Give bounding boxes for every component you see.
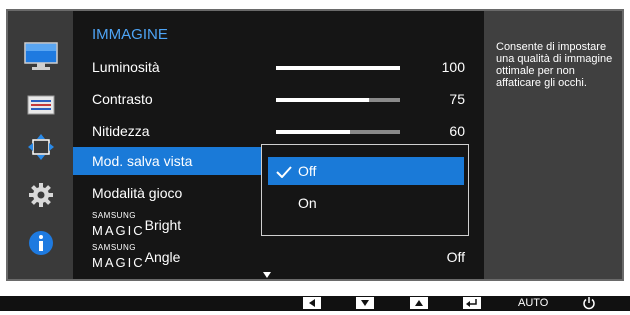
magic-angle-value: Off bbox=[446, 249, 465, 265]
contrast-row[interactable]: Contrasto 75 bbox=[73, 85, 484, 113]
power-icon[interactable] bbox=[582, 296, 596, 315]
bright-text: Bright bbox=[144, 217, 182, 233]
brightness-label: Luminosità bbox=[92, 59, 160, 75]
option-off-label: Off bbox=[298, 163, 317, 179]
enter-button[interactable] bbox=[463, 297, 481, 309]
auto-button[interactable]: AUTO bbox=[518, 297, 548, 309]
samsung-text: SAMSUNG bbox=[92, 211, 136, 220]
gear-icon[interactable] bbox=[18, 179, 64, 211]
position-arrows-icon[interactable] bbox=[18, 131, 64, 163]
checkmark-icon bbox=[276, 165, 292, 183]
magic-angle-label: SAMSUNG MAGIC Angle bbox=[92, 243, 181, 270]
sharpness-label: Nitidezza bbox=[92, 123, 150, 139]
scroll-down-icon[interactable] bbox=[263, 265, 271, 283]
up-arrow-icon bbox=[415, 300, 423, 306]
brightness-row[interactable]: Luminosità 100 bbox=[73, 53, 484, 81]
option-on[interactable]: On bbox=[268, 189, 464, 217]
settings-panel: IMMAGINE Luminosità 100 Contrasto 75 Nit… bbox=[73, 11, 484, 279]
contrast-label: Contrasto bbox=[92, 91, 153, 107]
down-button[interactable] bbox=[356, 297, 374, 309]
sharpness-row[interactable]: Nitidezza 60 bbox=[73, 117, 484, 145]
eye-saver-dropdown: Off On bbox=[261, 144, 469, 236]
magic-text: MAGIC bbox=[92, 223, 145, 238]
contrast-value: 75 bbox=[449, 91, 465, 107]
samsung-text: SAMSUNG bbox=[92, 243, 136, 252]
sharpness-slider[interactable] bbox=[276, 130, 400, 134]
button-guide-bar: AUTO bbox=[0, 296, 630, 311]
sharpness-value: 60 bbox=[449, 123, 465, 139]
magic-angle-row[interactable]: SAMSUNG MAGIC Angle Off bbox=[73, 243, 484, 271]
magic-bright-label: SAMSUNG MAGIC Bright bbox=[92, 211, 182, 238]
enter-icon bbox=[466, 298, 477, 307]
brightness-slider[interactable] bbox=[276, 66, 400, 70]
info-icon[interactable] bbox=[18, 227, 64, 259]
monitor-icon[interactable] bbox=[18, 41, 64, 73]
description-panel: Consente di impostare una qualità di imm… bbox=[484, 11, 622, 279]
contrast-slider[interactable] bbox=[276, 98, 400, 102]
eye-saver-row[interactable]: Mod. salva vista bbox=[73, 147, 263, 175]
option-off[interactable]: Off bbox=[268, 157, 464, 185]
down-arrow-icon bbox=[361, 300, 369, 306]
brightness-value: 100 bbox=[441, 59, 465, 75]
eye-saver-label: Mod. salva vista bbox=[92, 153, 193, 169]
picture-settings-icon[interactable] bbox=[18, 89, 64, 121]
category-column bbox=[8, 11, 73, 279]
magic-text: MAGIC bbox=[92, 255, 145, 270]
angle-text: Angle bbox=[144, 249, 181, 265]
left-arrow-icon bbox=[309, 299, 315, 307]
option-on-label: On bbox=[298, 195, 317, 211]
up-button[interactable] bbox=[410, 297, 428, 309]
left-button[interactable] bbox=[303, 297, 321, 309]
menu-title: IMMAGINE bbox=[92, 26, 168, 43]
osd-menu: IMMAGINE Luminosità 100 Contrasto 75 Nit… bbox=[6, 9, 624, 281]
description-text: Consente di impostare una qualità di imm… bbox=[496, 41, 613, 89]
game-mode-label: Modalità gioco bbox=[92, 185, 183, 201]
